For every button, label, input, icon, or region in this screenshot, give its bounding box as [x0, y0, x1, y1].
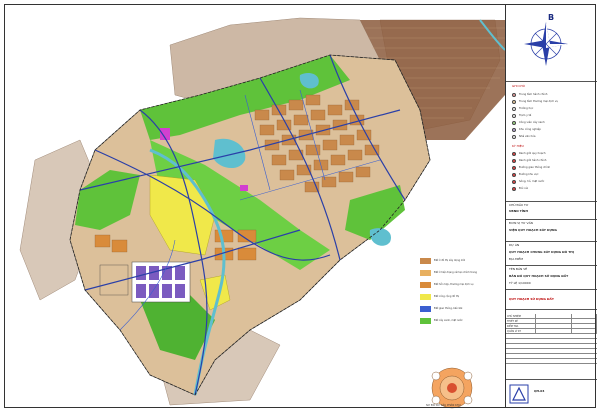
map-sheet: Đất ở đô thị xây dựng mới Đất ở hiện trạ…: [0, 0, 600, 412]
map-legend-row: Đất ở hiện trạng cải tạo chỉnh trang: [420, 270, 500, 276]
admin-center-icon: [512, 93, 516, 97]
culture-house-icon: [512, 135, 516, 139]
drawing-scale: TỶ LỆ 1/10000: [509, 281, 531, 285]
legend-swatch: [420, 270, 431, 276]
legend-item: Ranh giới quy hoạch: [512, 152, 596, 156]
area-road-icon: [512, 173, 516, 177]
location-label: ĐỊA ĐIỂM: [509, 257, 523, 261]
drawing-section: TÊN BẢN VẼ BẢN ĐỒ QUY HOẠCH SỬ DỤNG ĐẤT …: [506, 266, 597, 290]
structure-diagram-caption: SƠ ĐỒ CƠ CẤU PHÂN KHU: [426, 404, 461, 407]
legend-swatch: [420, 282, 431, 288]
legend-item: Công viên cây xanh: [512, 121, 596, 125]
park-icon: [512, 121, 516, 125]
boundary-icon: [512, 152, 516, 156]
symbols-title: KÝ HIỆU: [512, 144, 524, 148]
map-legend-row: Đất cây xanh, mặt nước: [420, 318, 500, 324]
structure-diagram: [431, 367, 473, 409]
project-label: DỰ ÁN: [509, 243, 520, 247]
special-use-zone-2: [240, 185, 248, 191]
legend-swatch: [420, 294, 431, 300]
title-block: B GHI CHÚ Trung tâm hành chính Trung tâm…: [505, 4, 597, 408]
north-label: B: [548, 13, 555, 22]
legend-item: Trạm y tế: [512, 114, 596, 118]
lake-east: [369, 228, 391, 246]
consultant-section: ĐƠN VỊ TƯ VẤN VIỆN QUY HOẠCH XÂY DỰNG: [506, 220, 597, 242]
legend-swatch: [420, 258, 431, 264]
stamp-section: QUY HOẠCH SỬ DỤNG ĐẤT: [506, 290, 597, 310]
project-value: QUY HOẠCH CHUNG XÂY DỰNG ĐÔ THỊ: [509, 250, 574, 254]
north-arrow-section: B: [506, 4, 597, 82]
legend-item: Đường giao thông chính: [512, 166, 596, 170]
consultant-value: VIỆN QUY HOẠCH XÂY DỰNG: [509, 228, 557, 232]
water-icon: [512, 180, 516, 184]
client-section: CHỦ ĐẦU TƯ UBND TỈNH: [506, 202, 597, 220]
legend-item: Trung tâm thương mại dịch vụ: [512, 100, 596, 104]
client-label: CHỦ ĐẦU TƯ: [509, 203, 529, 207]
legend-text: Đất ở đô thị xây dựng mới: [434, 259, 466, 262]
legend-item: Trường học: [512, 107, 596, 111]
drawing-value: BẢN ĐỒ QUY HOẠCH SỬ DỤNG ĐẤT: [509, 274, 569, 278]
footer-section: QH-04: [506, 380, 597, 408]
land-use-map-drawing: [19, 17, 505, 409]
legend-item: Khu công nghiệp: [512, 128, 596, 132]
legend-title: GHI CHÚ: [512, 84, 525, 88]
legend-text: Đất hỗn hợp, thương mại dịch vụ: [434, 283, 474, 286]
signature-row: [506, 359, 597, 364]
hill-icon: [512, 187, 516, 191]
legend-section: GHI CHÚ Trung tâm hành chính Trung tâm t…: [506, 82, 597, 202]
admin-boundary-icon: [512, 159, 516, 163]
legend-item: Ranh giới hành chính: [512, 159, 596, 163]
client-value: UBND TỈNH: [509, 209, 528, 213]
legend-item: Đường khu vực: [512, 173, 596, 177]
drawing-label: TÊN BẢN VẼ: [509, 267, 528, 271]
commerce-icon: [512, 100, 516, 104]
industry-icon: [512, 128, 516, 132]
health-station-icon: [512, 114, 516, 118]
consultant-label: ĐƠN VỊ TƯ VẤN: [509, 221, 533, 225]
institute-logo-icon: [509, 384, 529, 404]
legend-text: Đất cây xanh, mặt nước: [434, 319, 463, 322]
map-legend-row: Đất hỗn hợp, thương mại dịch vụ: [420, 282, 500, 288]
legend-text: Đất ở hiện trạng cải tạo chỉnh trang: [434, 271, 477, 274]
legend-swatch: [420, 306, 431, 312]
map-legend-row: Đất giao thông, bến bãi: [420, 306, 500, 312]
legend-item: Nhà văn hóa: [512, 135, 596, 139]
map-legend-row: Đất ở đô thị xây dựng mới: [420, 258, 500, 264]
legend-item: Đồi núi: [512, 187, 596, 191]
project-section: DỰ ÁN QUY HOẠCH CHUNG XÂY DỰNG ĐÔ THỊ ĐỊ…: [506, 242, 597, 266]
legend-swatch: [420, 318, 431, 324]
school-icon: [512, 107, 516, 111]
signature-grid: CHỦ NHIỆM THIẾT KẾ KIỂM TRA QUẢN LÝ KT: [506, 310, 597, 380]
stamp-label: QUY HOẠCH SỬ DỤNG ĐẤT: [509, 297, 554, 301]
main-road-icon: [512, 166, 516, 170]
legend-item: Trung tâm hành chính: [512, 93, 596, 97]
sheet-number: QH-04: [534, 389, 545, 393]
legend-text: Đất công cộng đô thị: [434, 295, 460, 298]
land-use-map[interactable]: Đất ở đô thị xây dựng mới Đất ở hiện trạ…: [0, 0, 505, 412]
legend-item: Sông, hồ, mặt nước: [512, 180, 596, 184]
map-legend-row: Đất công cộng đô thị: [420, 294, 500, 300]
legend-text: Đất giao thông, bến bãi: [434, 307, 463, 310]
